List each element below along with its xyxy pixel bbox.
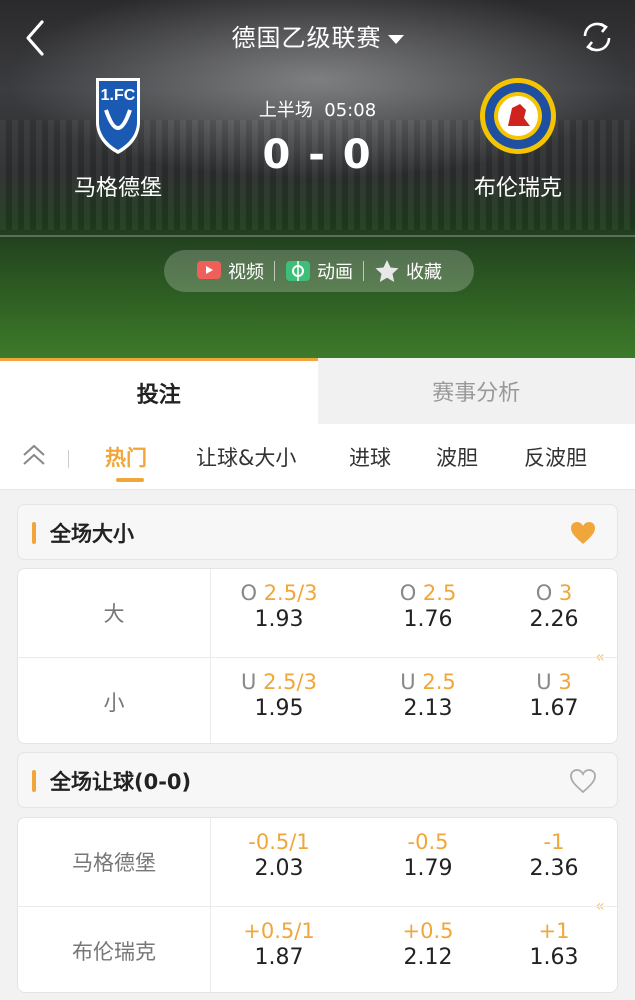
section-header-total[interactable]: 全场大小 <box>17 504 618 560</box>
league-name: 德国乙级联赛 <box>231 24 382 52</box>
line-value: 3 <box>558 670 572 694</box>
video-button[interactable]: 视频 <box>186 258 274 284</box>
top-bar: 德国乙级联赛 <box>0 0 635 74</box>
line-value: +0.5 <box>402 919 454 943</box>
odds-cell[interactable]: U 2.5 2.13 <box>360 658 496 743</box>
section-title: 全场让球(0-0) <box>50 770 192 794</box>
line-value: -0.5 <box>407 830 449 854</box>
odds-price: 1.67 <box>529 696 579 721</box>
odds-cell[interactable]: U 3 1.67 <box>486 658 617 743</box>
odds-price: 1.79 <box>403 856 453 881</box>
line-value: 3 <box>558 581 573 605</box>
line-value: -0.5/1 <box>248 830 310 854</box>
odds-price: 1.76 <box>403 607 453 632</box>
video-label: 视频 <box>228 262 264 283</box>
line-prefix: U <box>536 670 552 694</box>
pitch-line <box>0 235 635 237</box>
favorite-label: 收藏 <box>406 262 442 283</box>
tab-betting[interactable]: 投注 <box>0 358 318 424</box>
odds-cell[interactable]: +0.5/1 1.87 <box>211 907 347 992</box>
odds-cell[interactable]: -1 2.36 <box>486 818 617 906</box>
away-team[interactable]: 布伦瑞克 <box>438 74 598 202</box>
collapse-button[interactable] <box>20 442 48 470</box>
odds-row-away: 布伦瑞克 +0.5/1 1.87 +0.5 2.12 +1 1.63 <box>18 906 617 992</box>
line-value: 2.5/3 <box>263 670 317 694</box>
video-icon <box>197 261 221 279</box>
line-value: +1 <box>538 919 570 943</box>
tab-correct-score[interactable]: 波胆 <box>436 442 478 472</box>
line-value: 2.5 <box>422 670 456 694</box>
odds-table-total: 大 O 2.5/3 1.93 O 2.5 1.76 O 3 2.26 « 小 U… <box>17 568 618 744</box>
heart-icon[interactable] <box>569 767 597 795</box>
market-tabs: 热门 让球&大小 进球 波胆 反波胆 <box>0 424 635 490</box>
line-value: -1 <box>543 830 565 854</box>
odds-price: 2.36 <box>529 856 579 881</box>
tab-divider <box>68 450 69 468</box>
refresh-icon <box>583 22 611 52</box>
row-label: 大 <box>18 569 211 657</box>
line-prefix: O <box>240 581 257 605</box>
odds-row-home: 马格德堡 -0.5/1 2.03 -0.5 1.79 -1 2.36 « <box>18 818 617 915</box>
match-clock: 05:08 <box>324 100 377 121</box>
odds-price: 2.03 <box>254 856 304 881</box>
line-prefix: O <box>535 581 553 605</box>
odds-price: 1.63 <box>529 945 579 970</box>
refresh-button[interactable] <box>577 16 617 58</box>
active-tab-indicator <box>116 478 144 482</box>
line-prefix: U <box>241 670 257 694</box>
odds-row-over: 大 O 2.5/3 1.93 O 2.5 1.76 O 3 2.26 « <box>18 569 617 666</box>
odds-price: 1.93 <box>254 607 304 632</box>
section-accent-bar <box>32 770 36 792</box>
odds-price: 2.13 <box>403 696 453 721</box>
favorite-button[interactable]: 收藏 <box>364 258 452 284</box>
odds-cell[interactable]: O 3 2.26 <box>486 569 617 657</box>
away-team-logo <box>480 78 556 154</box>
section-header-handicap[interactable]: 全场让球(0-0) <box>17 752 618 808</box>
odds-cell[interactable]: -0.5 1.79 <box>360 818 496 906</box>
section-title: 全场大小 <box>50 522 134 546</box>
away-team-name: 布伦瑞克 <box>473 176 562 201</box>
odds-cell[interactable]: O 2.5/3 1.93 <box>211 569 347 657</box>
odds-cell[interactable]: O 2.5 1.76 <box>360 569 496 657</box>
heart-icon[interactable] <box>569 519 597 547</box>
odds-price: 2.26 <box>529 607 579 632</box>
caret-down-icon <box>387 34 404 44</box>
animation-button[interactable]: 动画 <box>275 258 363 284</box>
odds-table-handicap: 马格德堡 -0.5/1 2.03 -0.5 1.79 -1 2.36 « 布伦瑞… <box>17 817 618 993</box>
line-value: 2.5 <box>422 581 457 605</box>
line-prefix: U <box>400 670 416 694</box>
line-prefix: O <box>399 581 417 605</box>
odds-row-under: 小 U 2.5/3 1.95 U 2.5 2.13 U 3 1.67 <box>18 657 617 743</box>
odds-cell[interactable]: U 2.5/3 1.95 <box>211 658 347 743</box>
odds-cell[interactable]: +1 1.63 <box>486 907 617 992</box>
odds-price: 2.12 <box>403 945 453 970</box>
odds-price: 1.95 <box>254 696 304 721</box>
line-value: +0.5/1 <box>243 919 315 943</box>
tab-hot[interactable]: 热门 <box>105 442 147 472</box>
odds-price: 1.87 <box>254 945 304 970</box>
collapse-up-icon <box>23 444 45 465</box>
row-label: 小 <box>18 658 211 743</box>
main-tabs: 投注 赛事分析 <box>0 358 635 424</box>
match-hero: 德国乙级联赛 1.FC 马格德堡 上半场 05:08 0 - 0 布伦瑞克 视频… <box>0 0 635 358</box>
odds-cell[interactable]: +0.5 2.12 <box>360 907 496 992</box>
tab-handicap-total[interactable]: 让球&大小 <box>196 442 296 472</box>
row-label: 马格德堡 <box>18 818 211 906</box>
match-period: 上半场 <box>258 100 313 121</box>
media-bar: 视频 动画 收藏 <box>164 250 474 292</box>
tab-goals[interactable]: 进球 <box>349 442 391 472</box>
tab-analysis[interactable]: 赛事分析 <box>317 358 635 424</box>
star-icon <box>375 260 399 282</box>
section-accent-bar <box>32 522 36 544</box>
animation-label: 动画 <box>317 262 353 283</box>
tab-anti-correct-score[interactable]: 反波胆 <box>524 442 587 472</box>
line-value: 2.5/3 <box>263 581 318 605</box>
odds-cell[interactable]: -0.5/1 2.03 <box>211 818 347 906</box>
animation-icon <box>286 261 310 281</box>
league-selector[interactable]: 德国乙级联赛 <box>0 18 635 53</box>
row-label: 布伦瑞克 <box>18 907 211 992</box>
